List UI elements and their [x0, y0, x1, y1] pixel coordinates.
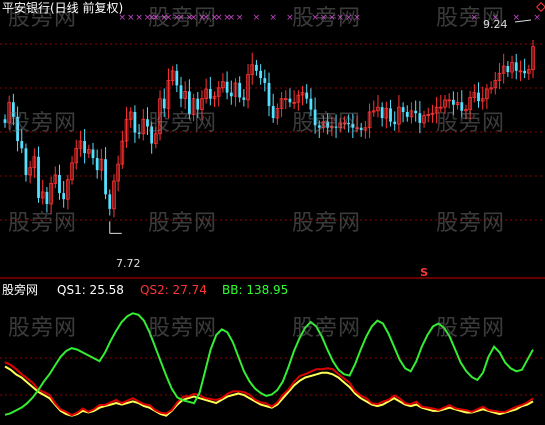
watermark: 股旁网 [148, 6, 218, 31]
candle-body [523, 70, 527, 74]
marker-x: × [253, 13, 261, 23]
watermark: 股旁网 [8, 111, 78, 136]
candle-body [133, 112, 137, 133]
candle-body [259, 70, 263, 79]
marker-x: × [236, 13, 244, 23]
diamond-marker [536, 2, 545, 12]
candle-body [414, 110, 418, 114]
candle-body [267, 82, 271, 106]
marker-x: × [269, 13, 277, 23]
candle-body [58, 174, 61, 194]
candle-body [37, 156, 40, 198]
candle-body [137, 132, 141, 134]
low-price-label: 7.72 [116, 257, 141, 270]
candle-body [238, 82, 242, 98]
watermark: 股旁网 [148, 111, 218, 136]
qs1-readout: QS1: 25.58 [57, 283, 124, 297]
watermark: 股旁网 [436, 316, 506, 341]
watermark: 股旁网 [436, 211, 506, 236]
candle-body [288, 98, 292, 103]
candle-body [24, 148, 28, 175]
watermark: 股旁网 [292, 211, 362, 236]
candle-body [3, 119, 7, 123]
indicator-name: 股旁网 [2, 283, 39, 297]
candle-body [514, 62, 518, 71]
candle-body [389, 108, 392, 122]
watermark: 股旁网 [8, 316, 78, 341]
candle-body [305, 92, 309, 99]
candle-body [393, 121, 397, 125]
candle-body [401, 107, 405, 112]
candle-body [20, 141, 24, 149]
watermark: 股旁网 [292, 111, 362, 136]
watermark: 股旁网 [148, 211, 218, 236]
candle-body [45, 191, 49, 204]
marker-x: × [135, 13, 143, 23]
candle-body [229, 92, 233, 97]
candle-body [175, 70, 179, 86]
candle-body [271, 105, 275, 119]
candle-body [179, 85, 183, 99]
candle-body [225, 81, 229, 93]
candle-body [418, 113, 422, 123]
candle-body [506, 66, 510, 73]
candle-body [83, 141, 87, 154]
qs2-readout: QS2: 27.74 [140, 283, 207, 297]
candle-body [208, 89, 212, 99]
chart-title: 平安银行(日线 前复权) [2, 1, 124, 15]
watermark: 股旁网 [436, 111, 506, 136]
candle-body [380, 107, 384, 119]
marker-x: × [127, 13, 135, 23]
candle-body [255, 64, 258, 71]
marker-x: × [228, 13, 236, 23]
watermark: 股旁网 [292, 316, 362, 341]
watermark: 股旁网 [148, 316, 218, 341]
candle-body [91, 149, 95, 158]
watermark: 股旁网 [292, 6, 362, 31]
sell-signal: S [420, 266, 428, 279]
candle-body [108, 194, 112, 209]
high-price-label: 9.24 [483, 18, 508, 31]
candle-body [451, 99, 455, 105]
bb-readout: BB: 138.95 [222, 283, 289, 297]
watermark: 股旁网 [8, 211, 78, 236]
candle-body [95, 158, 99, 171]
candle-body [242, 97, 246, 100]
marker-x: × [533, 13, 541, 23]
candle-body [263, 78, 267, 83]
candle-body [62, 193, 66, 200]
candle-body [104, 159, 107, 195]
candle-body [477, 92, 480, 102]
candle-body [405, 112, 409, 117]
